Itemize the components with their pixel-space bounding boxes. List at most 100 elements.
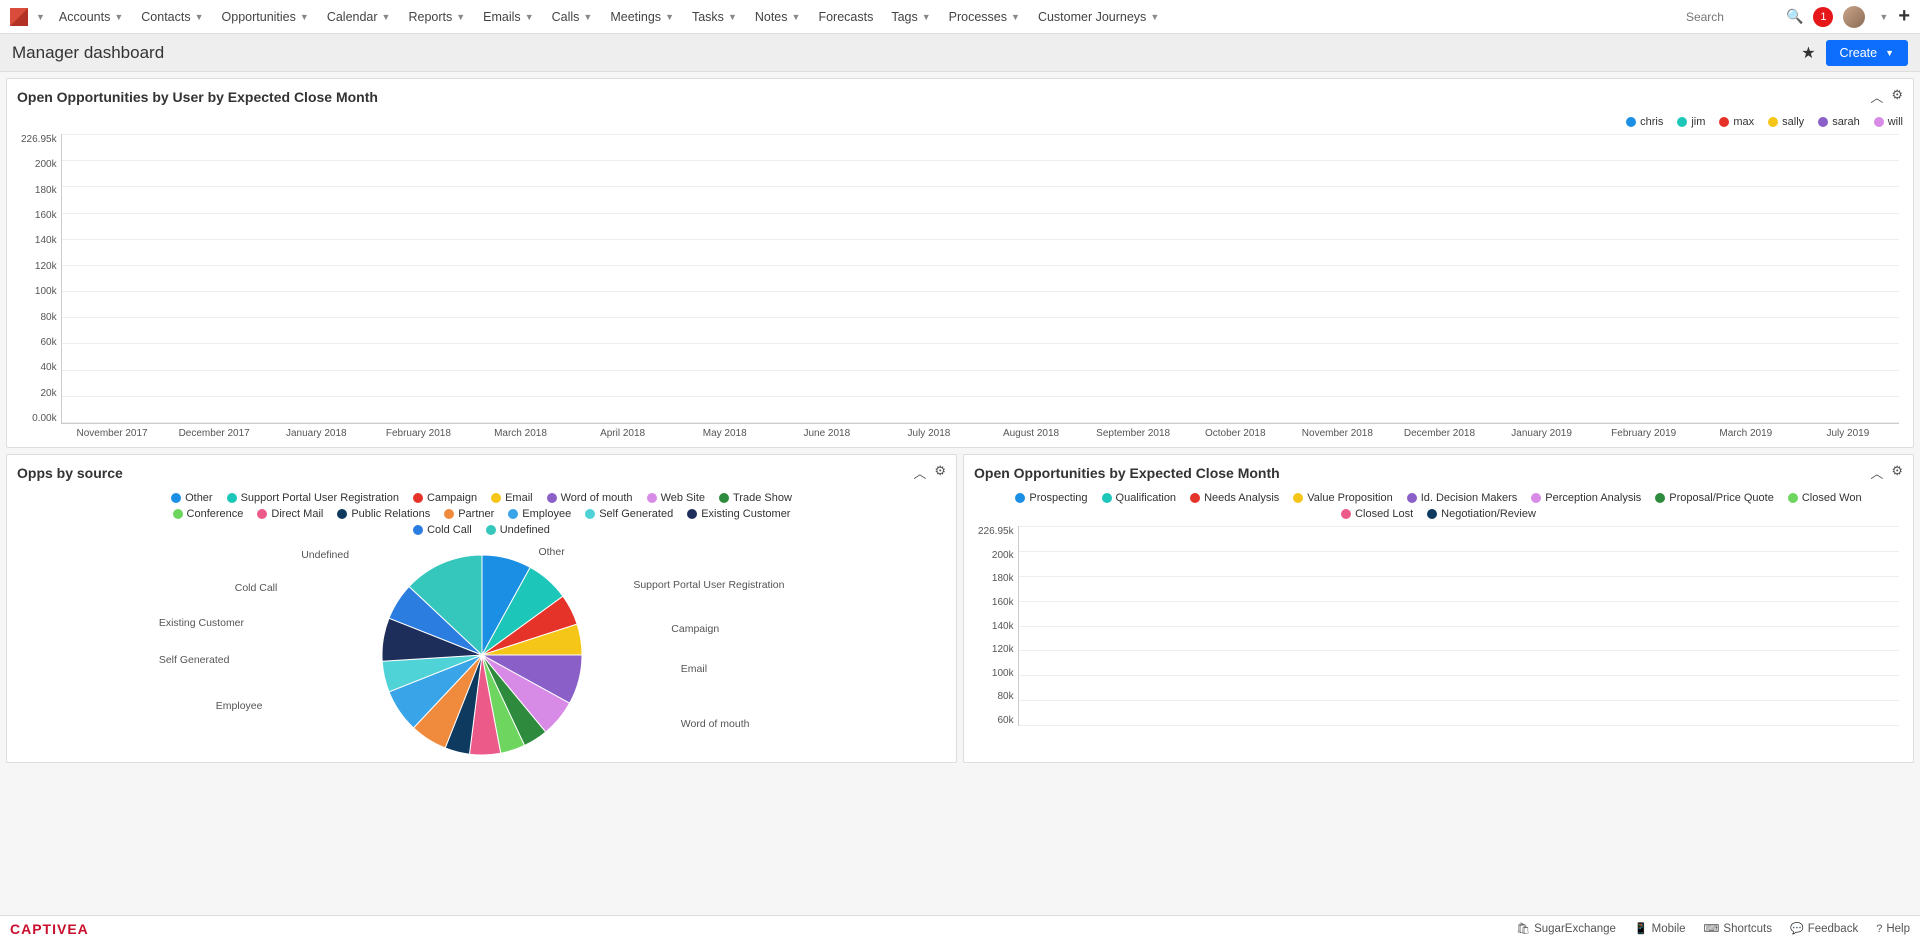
y-axis: 226.95k200k180k160k140k120k100k80k60k [978, 526, 1018, 726]
nav-item-calls[interactable]: Calls▼ [544, 0, 601, 34]
legend-item[interactable]: Word of mouth [547, 492, 633, 504]
legend-item[interactable]: will [1874, 116, 1903, 128]
card-title: Open Opportunities by Expected Close Mon… [974, 465, 1280, 481]
legend-item[interactable]: Cold Call [413, 524, 472, 536]
legend-item[interactable]: Needs Analysis [1190, 492, 1279, 504]
legend-item[interactable]: Proposal/Price Quote [1655, 492, 1774, 504]
nav-item-reports[interactable]: Reports▼ [400, 0, 473, 34]
nav-item-notes[interactable]: Notes▼ [747, 0, 809, 34]
pie-slice-label: Existing Customer [159, 617, 244, 629]
legend-item[interactable]: Value Proposition [1293, 492, 1392, 504]
nav-item-meetings[interactable]: Meetings▼ [602, 0, 682, 34]
legend-item[interactable]: Qualification [1102, 492, 1177, 504]
footer-mobile[interactable]: 📱Mobile [1634, 922, 1686, 935]
nav-item-forecasts[interactable]: Forecasts [810, 0, 881, 34]
sugarexchange-icon: 🛍 [1516, 922, 1530, 935]
feedback-icon: 💬 [1790, 922, 1804, 935]
nav-item-label: Tags [891, 10, 917, 24]
nav-item-customer-journeys[interactable]: Customer Journeys▼ [1030, 0, 1167, 34]
pie-slice-label: Campaign [671, 623, 719, 635]
chevron-down-icon: ▼ [583, 12, 592, 22]
legend-item[interactable]: sally [1768, 116, 1804, 128]
pie-slice-label: Undefined [301, 549, 349, 561]
legend-item[interactable]: Public Relations [337, 508, 430, 520]
legend-item[interactable]: Closed Won [1788, 492, 1862, 504]
nav-item-calendar[interactable]: Calendar▼ [319, 0, 399, 34]
legend-item[interactable]: Other [171, 492, 213, 504]
create-button[interactable]: Create ▼ [1826, 40, 1908, 66]
chart-card-opps-by-close-month: Open Opportunities by Expected Close Mon… [963, 454, 1914, 763]
legend-item[interactable]: Self Generated [585, 508, 673, 520]
legend-item[interactable]: Perception Analysis [1531, 492, 1641, 504]
legend-item[interactable]: Existing Customer [687, 508, 790, 520]
footer-sugarexchange[interactable]: 🛍SugarExchange [1516, 922, 1616, 935]
legend-item[interactable]: sarah [1818, 116, 1860, 128]
legend-item[interactable]: Support Portal User Registration [227, 492, 399, 504]
notification-badge[interactable]: 1 [1813, 7, 1833, 27]
search-icon[interactable]: 🔍 [1786, 8, 1803, 25]
legend-item[interactable]: Conference [173, 508, 244, 520]
y-axis: 226.95k200k180k160k140k120k100k80k60k40k… [21, 134, 61, 424]
legend-item[interactable]: Negotiation/Review [1427, 508, 1536, 520]
star-icon[interactable]: ★ [1801, 43, 1815, 63]
chevron-down-icon: ▼ [728, 12, 737, 22]
legend-item[interactable]: jim [1677, 116, 1705, 128]
chevron-up-icon[interactable]: ︿ [1870, 87, 1883, 106]
nav-item-tasks[interactable]: Tasks▼ [684, 0, 745, 34]
chart-legend: Prospecting Qualification Needs Analysis Va… [964, 490, 1913, 526]
nav-item-tags[interactable]: Tags▼ [883, 0, 938, 34]
pie-chart[interactable]: OtherSupport Portal User RegistrationCam… [7, 542, 956, 762]
pie-slice-label: Support Portal User Registration [633, 579, 784, 591]
legend-item[interactable]: Email [491, 492, 533, 504]
nav-item-accounts[interactable]: Accounts▼ [51, 0, 131, 34]
help-icon: ? [1876, 923, 1882, 935]
nav-item-opportunities[interactable]: Opportunities▼ [214, 0, 317, 34]
legend-item[interactable]: Partner [444, 508, 494, 520]
legend-item[interactable]: Employee [508, 508, 571, 520]
nav-item-emails[interactable]: Emails▼ [475, 0, 541, 34]
legend-item[interactable]: Web Site [647, 492, 705, 504]
nav-item-processes[interactable]: Processes▼ [941, 0, 1028, 34]
nav-item-label: Accounts [59, 10, 110, 24]
app-logo-icon[interactable] [10, 8, 28, 26]
gear-icon[interactable]: ⚙ [934, 463, 946, 482]
chevron-down-icon[interactable]: ▼ [36, 12, 45, 22]
pie-slice-label: Cold Call [235, 582, 278, 594]
page-title: Manager dashboard [12, 43, 164, 63]
plus-icon[interactable]: + [1898, 5, 1910, 28]
title-bar: Manager dashboard ★ Create ▼ [0, 34, 1920, 72]
legend-item[interactable]: Prospecting [1015, 492, 1087, 504]
shortcuts-icon: ⌨ [1704, 922, 1720, 935]
footer-shortcuts[interactable]: ⌨Shortcuts [1704, 922, 1772, 935]
nav-item-label: Forecasts [818, 10, 873, 24]
chart-plot-area[interactable] [61, 134, 1899, 424]
chevron-down-icon: ▼ [195, 12, 204, 22]
chart-card-opps-by-source: Opps by source ︿ ⚙ OtherSupport Portal U… [6, 454, 957, 763]
gear-icon[interactable]: ⚙ [1891, 87, 1903, 106]
chevron-up-icon[interactable]: ︿ [1870, 463, 1883, 482]
chart-plot-area[interactable] [1018, 526, 1899, 726]
legend-item[interactable]: Trade Show [719, 492, 792, 504]
card-title: Open Opportunities by User by Expected C… [17, 89, 378, 105]
nav-item-contacts[interactable]: Contacts▼ [133, 0, 211, 34]
top-nav: ▼ Accounts▼Contacts▼Opportunities▼Calend… [0, 0, 1920, 34]
chevron-down-icon: ▼ [1150, 12, 1159, 22]
chart-card-opps-by-user: Open Opportunities by User by Expected C… [6, 78, 1914, 448]
footer-help[interactable]: ?Help [1876, 922, 1910, 935]
legend-item[interactable]: Direct Mail [257, 508, 323, 520]
nav-item-label: Reports [408, 10, 452, 24]
pie-slice-label: Self Generated [159, 654, 230, 666]
search-input[interactable] [1686, 10, 1776, 24]
avatar[interactable] [1843, 6, 1865, 28]
legend-item[interactable]: chris [1626, 116, 1663, 128]
legend-item[interactable]: Id. Decision Makers [1407, 492, 1518, 504]
footer-feedback[interactable]: 💬Feedback [1790, 922, 1858, 935]
legend-item[interactable]: Undefined [486, 524, 550, 536]
legend-item[interactable]: max [1719, 116, 1754, 128]
create-button-label: Create [1840, 46, 1878, 60]
chevron-down-icon[interactable]: ▼ [1879, 12, 1888, 22]
gear-icon[interactable]: ⚙ [1891, 463, 1903, 482]
chevron-up-icon[interactable]: ︿ [913, 463, 926, 482]
legend-item[interactable]: Closed Lost [1341, 508, 1413, 520]
legend-item[interactable]: Campaign [413, 492, 477, 504]
